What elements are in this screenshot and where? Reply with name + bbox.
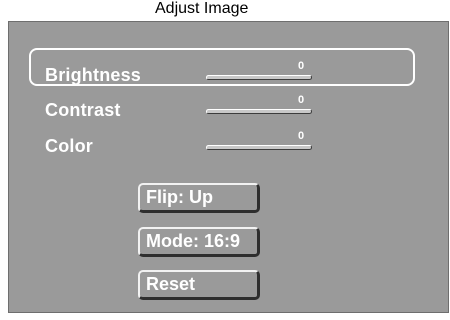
image-settings-window: Adjust Image Brightness 0 Contrast 0 Col… (0, 0, 450, 320)
color-slider-track[interactable] (206, 145, 312, 150)
brightness-slider-track[interactable] (206, 75, 312, 80)
contrast-slider-track[interactable] (206, 109, 312, 114)
mode-button[interactable]: Mode: 16:9 (138, 227, 260, 257)
brightness-value: 0 (298, 60, 305, 72)
contrast-label: Contrast (45, 100, 121, 120)
brightness-label: Brightness (45, 65, 142, 85)
reset-button[interactable]: Reset (138, 270, 260, 300)
color-value: 0 (298, 130, 305, 142)
flip-button[interactable]: Flip: Up (138, 183, 260, 213)
window-title: Adjust Image (155, 0, 249, 17)
contrast-slider[interactable]: 0 (206, 94, 314, 116)
color-slider[interactable]: 0 (206, 130, 314, 152)
color-label: Color (45, 136, 93, 156)
contrast-value: 0 (298, 94, 305, 106)
brightness-slider[interactable]: 0 (206, 60, 314, 82)
settings-panel: Brightness 0 Contrast 0 Color 0 Flip: Up… (8, 21, 449, 313)
